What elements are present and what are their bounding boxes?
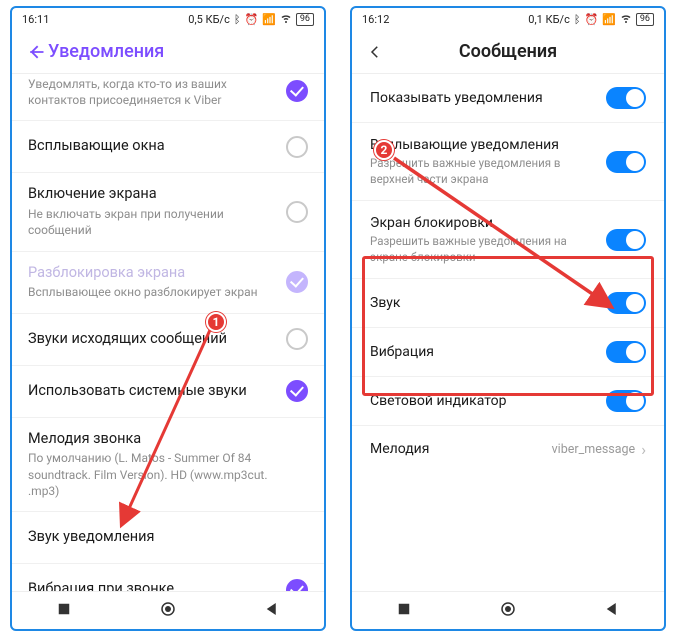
- list-item[interactable]: Звуки исходящих сообщений: [12, 314, 324, 366]
- checkbox: [286, 271, 308, 293]
- status-bar: 16:11 0,5 КБ/с ᛒ ⏰ 📶 96: [12, 8, 324, 30]
- nav-home-icon[interactable]: [499, 600, 517, 622]
- back-button[interactable]: [26, 42, 48, 62]
- status-net: 0,5 КБ/с: [188, 13, 230, 26]
- nav-back-icon[interactable]: [263, 600, 281, 622]
- list-item: Разблокировка экрана Всплывающее окно ра…: [12, 252, 324, 314]
- list-item[interactable]: Использовать системные звуки: [12, 366, 324, 418]
- bluetooth-icon: ᛒ: [234, 13, 241, 26]
- item-title: Вибрация при звонке: [28, 580, 276, 591]
- nav-back-icon[interactable]: [603, 600, 621, 622]
- nav-bar: [352, 591, 664, 629]
- list-item[interactable]: Вибрация при звонке: [12, 564, 324, 591]
- settings-list: Показывать уведомления Всплывающие уведо…: [352, 74, 664, 591]
- list-item[interactable]: Мелодия viber_message ›: [352, 426, 664, 472]
- item-title: Звук: [370, 294, 596, 312]
- page-title: Сообщения: [366, 41, 650, 62]
- nav-home-icon[interactable]: [159, 600, 177, 622]
- header: Уведомления: [12, 30, 324, 74]
- item-title: Мелодия: [370, 440, 542, 458]
- item-title: Включение экрана: [28, 185, 276, 204]
- item-title: Всплывающие уведомления: [370, 136, 596, 154]
- signal-icon: 📶: [262, 13, 276, 26]
- status-net: 0,1 КБ/с: [528, 13, 570, 26]
- toggle[interactable]: [606, 151, 646, 173]
- item-title: Световой индикатор: [370, 392, 596, 410]
- status-time: 16:12: [362, 13, 389, 26]
- toggle[interactable]: [606, 229, 646, 251]
- item-title: Экран блокировки: [370, 214, 596, 232]
- item-subtitle: По умолчанию (L. Matos - Summer Of 84 so…: [28, 450, 298, 499]
- item-value: viber_message: [552, 442, 636, 457]
- bluetooth-icon: ᛒ: [574, 13, 581, 26]
- status-time: 16:11: [22, 13, 49, 26]
- item-subtitle: Уведомлять, когда кто-то из ваших контак…: [28, 76, 276, 108]
- checkbox[interactable]: [286, 136, 308, 158]
- header: Сообщения: [352, 30, 664, 74]
- toggle[interactable]: [606, 87, 646, 109]
- list-item[interactable]: Звук: [352, 279, 664, 328]
- chevron-right-icon: ›: [641, 440, 646, 459]
- nav-recent-icon[interactable]: [395, 600, 413, 622]
- settings-list: Уведомлять, когда кто-то из ваших контак…: [12, 74, 324, 591]
- item-title: Мелодия звонка: [28, 430, 298, 449]
- alarm-icon: ⏰: [244, 13, 258, 26]
- signal-icon: 📶: [602, 13, 616, 26]
- item-title: Всплывающие окна: [28, 137, 276, 156]
- wifi-icon: [620, 12, 632, 27]
- list-item[interactable]: Показывать уведомления: [352, 74, 664, 123]
- checkbox[interactable]: [286, 579, 308, 591]
- status-bar: 16:12 0,1 КБ/с ᛒ ⏰ 📶 96: [352, 8, 664, 30]
- item-subtitle: Разрешить важные уведомления на экране б…: [370, 234, 596, 265]
- item-title: Показывать уведомления: [370, 89, 596, 107]
- item-title: Использовать системные звуки: [28, 382, 276, 401]
- item-title: Вибрация: [370, 343, 596, 361]
- item-title: Разблокировка экрана: [28, 264, 276, 283]
- list-item[interactable]: Звук уведомления: [12, 512, 324, 564]
- item-title: Звук уведомления: [28, 528, 298, 547]
- toggle[interactable]: [606, 341, 646, 363]
- list-item[interactable]: Всплывающие окна: [12, 121, 324, 173]
- item-title: Звуки исходящих сообщений: [28, 330, 276, 349]
- checkbox[interactable]: [286, 80, 308, 102]
- list-item[interactable]: Световой индикатор: [352, 377, 664, 426]
- item-subtitle: Не включать экран при получении сообщени…: [28, 206, 276, 238]
- page-title: Уведомления: [48, 41, 164, 62]
- list-item[interactable]: Уведомлять, когда кто-то из ваших контак…: [12, 74, 324, 121]
- list-item[interactable]: Включение экрана Не включать экран при п…: [12, 173, 324, 251]
- checkbox[interactable]: [286, 380, 308, 402]
- phone-right: 16:12 0,1 КБ/с ᛒ ⏰ 📶 96 Сообщения Показы…: [350, 6, 666, 631]
- list-item[interactable]: Мелодия звонка По умолчанию (L. Matos - …: [12, 418, 324, 512]
- toggle[interactable]: [606, 292, 646, 314]
- list-item[interactable]: Вибрация: [352, 328, 664, 377]
- checkbox[interactable]: [286, 201, 308, 223]
- battery-icon: 96: [296, 13, 314, 26]
- alarm-icon: ⏰: [584, 13, 598, 26]
- battery-icon: 96: [636, 13, 654, 26]
- item-subtitle: Всплывающее окно разблокирует экран: [28, 284, 276, 300]
- wifi-icon: [280, 12, 292, 27]
- nav-bar: [12, 591, 324, 629]
- item-subtitle: Разрешить важные уведомления в верхней ч…: [370, 156, 596, 187]
- phone-left: 16:11 0,5 КБ/с ᛒ ⏰ 📶 96 Уведомления Увед…: [10, 6, 326, 631]
- list-item[interactable]: Всплывающие уведомления Разрешить важные…: [352, 123, 664, 201]
- list-item[interactable]: Экран блокировки Разрешить важные уведом…: [352, 201, 664, 279]
- nav-recent-icon[interactable]: [55, 600, 73, 622]
- checkbox[interactable]: [286, 328, 308, 350]
- toggle[interactable]: [606, 390, 646, 412]
